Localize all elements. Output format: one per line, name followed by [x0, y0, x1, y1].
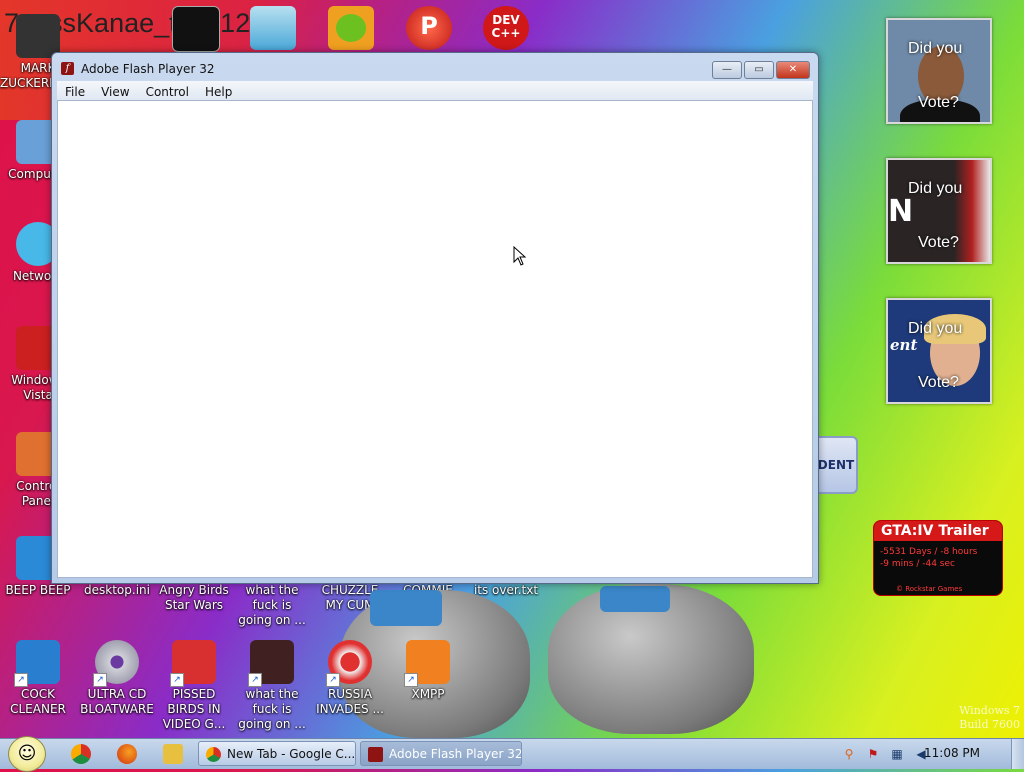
window-title: Adobe Flash Player 32	[81, 62, 215, 76]
system-tray: ⚲ ⚑ ▦ ◀ 11:08 PM	[824, 739, 1024, 769]
vote-gadget-3[interactable]: ent Did you Vote?	[886, 298, 992, 404]
action-center-flag-icon[interactable]: ⚑	[866, 747, 880, 761]
flash-icon: f	[61, 62, 74, 75]
gta-title: GTA:IV Trailer	[874, 521, 1002, 541]
desktop-icon-what-the-2[interactable]: ↗ what the fuck is going on ...	[234, 640, 310, 732]
taskbar-button-chrome[interactable]: New Tab - Google C...	[198, 741, 356, 766]
minimize-button[interactable]: —	[712, 61, 742, 79]
chrome-quicklaunch-icon[interactable]	[71, 744, 91, 764]
desktop-icon-cock-cleaner[interactable]: ↗ COCK CLEANER	[0, 640, 76, 717]
flash-icon	[368, 747, 383, 762]
menu-bar: File View Control Help	[57, 81, 813, 100]
network-tray-icon[interactable]: ▦	[890, 747, 904, 761]
gta-countdown-line1: -5531 Days / -8 hours	[880, 547, 978, 557]
shortcut-arrow-icon: ↗	[14, 673, 28, 687]
angry-bird-piece-icon: ↗	[248, 640, 294, 687]
maximize-button[interactable]: ▭	[744, 61, 774, 79]
desktop-icon-desktop-ini[interactable]: desktop.ini	[79, 583, 155, 598]
gta-countdown-gadget[interactable]: GTA:IV Trailer -5531 Days / -8 hours -9 …	[873, 520, 1003, 596]
shortcut-arrow-icon: ↗	[248, 673, 262, 687]
xampp-icon: ↗	[404, 640, 450, 687]
taskbar: ☺ New Tab - Google C... Adobe Flash Play…	[0, 736, 1024, 772]
blue-file-icon: ↗	[14, 640, 60, 687]
dev-cpp-icon[interactable]: DEV C++	[483, 6, 529, 50]
desktop-icon-russia[interactable]: ↗ RUSSIA INVADES ...	[312, 640, 388, 717]
desktop-icon-ultra-cd[interactable]: ↗ ULTRA CD BLOATWARE	[79, 640, 155, 717]
letter-artwork: N	[888, 194, 914, 229]
vote-gadget-1[interactable]: Did you Vote?	[886, 18, 992, 124]
firefox-quicklaunch-icon[interactable]	[117, 744, 137, 764]
p-app-icon[interactable]: P	[406, 6, 452, 50]
angry-bird-icon: ↗	[170, 640, 216, 687]
search-tray-icon[interactable]: ⚲	[842, 747, 856, 761]
flash-player-window[interactable]: f Adobe Flash Player 32 — ▭ ✕ File View Co…	[51, 52, 819, 584]
vote-gadget-2[interactable]: N Did you Vote?	[886, 158, 992, 264]
taskbar-button-flash[interactable]: Adobe Flash Player 32	[360, 741, 522, 766]
desktop-icon-what-the-1[interactable]: what the fuck is going on ...	[234, 583, 310, 628]
person-icon	[16, 14, 60, 58]
taskbar-clock[interactable]: 11:08 PM	[924, 746, 980, 760]
shortcut-arrow-icon: ↗	[326, 673, 340, 687]
desktop-icon-angry-birds-star-wars[interactable]: Angry Birds Star Wars	[156, 583, 232, 613]
text-artwork: ent	[890, 336, 918, 354]
gta-countdown-line2: -9 mins / -44 sec	[880, 559, 955, 569]
flash-content-area[interactable]	[57, 100, 813, 578]
close-button[interactable]: ✕	[776, 61, 810, 79]
radiation-icon: ↗	[326, 640, 372, 687]
show-desktop-button[interactable]	[1011, 739, 1024, 769]
stack-app-icon[interactable]	[250, 6, 296, 50]
shortcut-arrow-icon: ↗	[170, 673, 184, 687]
start-orb-smiley-icon[interactable]: ☺	[8, 736, 46, 772]
sock-right-artwork	[600, 586, 670, 612]
shortcut-arrow-icon: ↗	[404, 673, 418, 687]
windows-watermark: Windows 7 Build 7600	[959, 704, 1020, 731]
partial-gadget-button[interactable]: DENT	[816, 436, 858, 494]
shortcut-arrow-icon: ↗	[93, 673, 107, 687]
desktop-icon-pissed-birds[interactable]: ↗ PISSED BIRDS IN VIDEO G...	[156, 640, 232, 732]
angry-pig-icon[interactable]	[328, 6, 374, 50]
chrome-icon	[206, 747, 221, 762]
stripe-artwork	[954, 160, 990, 262]
desktop-icon-xmpp[interactable]: ↗ XMPP	[390, 640, 466, 702]
explorer-quicklaunch-icon[interactable]	[163, 744, 183, 764]
terminal-icon[interactable]	[172, 6, 220, 52]
sock-left-artwork	[370, 590, 442, 626]
window-titlebar[interactable]: f Adobe Flash Player 32 — ▭ ✕	[52, 53, 818, 83]
mouse-cursor-icon	[513, 246, 527, 266]
cd-icon: ↗	[93, 640, 139, 687]
gta-footer: © Rockstar Games	[896, 585, 963, 593]
